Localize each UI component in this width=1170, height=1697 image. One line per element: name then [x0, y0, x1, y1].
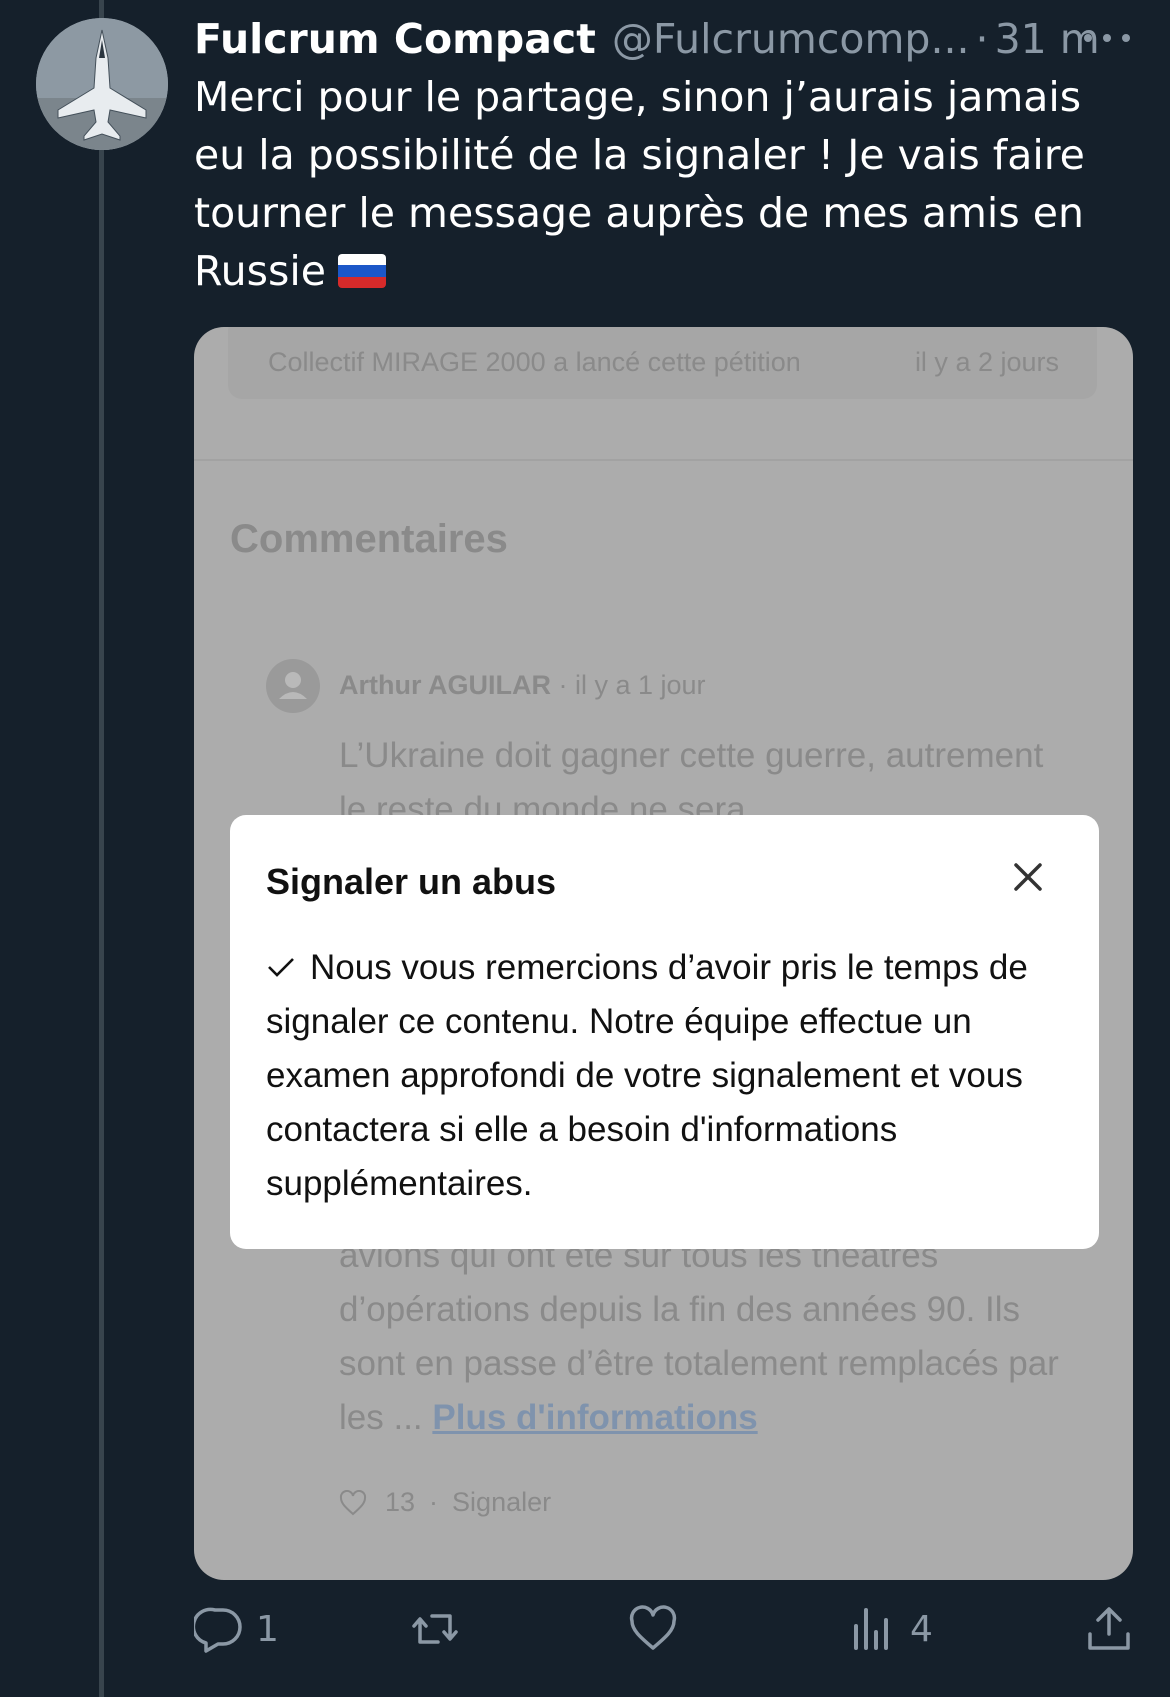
petition-date: il y a 2 jours	[914, 347, 1059, 377]
checkmark-icon	[268, 957, 294, 977]
jet-avatar-image	[36, 18, 168, 150]
avatar[interactable]	[36, 18, 168, 150]
divider	[194, 459, 1133, 461]
russia-flag-icon	[337, 254, 386, 288]
user-icon	[279, 672, 307, 699]
more-options-icon[interactable]	[1084, 20, 1130, 56]
retweet-icon	[412, 1614, 458, 1644]
header-separator: ·	[975, 15, 989, 63]
close-icon	[1014, 863, 1042, 891]
more-info-link: Plus d'informations	[432, 1398, 758, 1437]
author-handle[interactable]: @Fulcrumcomp...	[612, 15, 970, 63]
share-button[interactable]	[1084, 1604, 1134, 1654]
heart-icon	[339, 1489, 367, 1515]
views-count: 4	[910, 1608, 933, 1650]
reply-icon	[194, 1607, 242, 1653]
author-name[interactable]: Fulcrum Compact	[194, 15, 596, 63]
comment-meta-separator: ·	[550, 670, 575, 700]
dialog-message: Nous vous remercions d’avoir pris le tem…	[266, 948, 1028, 1203]
report-abuse-dialog: Signaler un abus Nous vous remercions d’…	[230, 815, 1099, 1249]
embedded-screenshot[interactable]: Collectif MIRAGE 2000 a lancé cette péti…	[194, 327, 1133, 1580]
retweet-button[interactable]	[410, 1604, 472, 1654]
heart-icon	[629, 1605, 677, 1650]
views-button[interactable]: 4	[848, 1604, 933, 1654]
comment-text-top: L’Ukraine doit gagner cette guerre, autr…	[339, 736, 1044, 815]
comment-meta: Arthur AGUILAR · il y a 1 jour	[339, 670, 706, 701]
tweet-text: Merci pour le partage, sinon j’aurais ja…	[194, 68, 1144, 300]
reply-button[interactable]: 1	[194, 1604, 279, 1654]
tweet-action-bar: 1 4	[194, 1604, 1134, 1660]
tweet-header: Fulcrum Compact @Fulcrumcomp... · 31 m	[194, 14, 1134, 64]
comment-author: Arthur AGUILAR	[339, 670, 551, 700]
thread-line	[99, 0, 104, 1697]
comment-like-count: 13	[385, 1487, 416, 1517]
like-button[interactable]	[628, 1604, 690, 1654]
comment-report-link: Signaler	[452, 1487, 552, 1517]
share-icon	[1088, 1607, 1130, 1650]
dialog-title: Signaler un abus	[266, 861, 557, 902]
dialog-body: Nous vous remercions d’avoir pris le tem…	[266, 941, 1066, 1211]
commenter-avatar	[266, 659, 320, 713]
comment-actions-separator: ·	[429, 1487, 439, 1517]
comment-time: il y a 1 jour	[574, 670, 706, 700]
reply-count: 1	[256, 1608, 279, 1650]
comments-heading: Commentaires	[230, 517, 508, 561]
petition-launch-text: Collectif MIRAGE 2000 a lancé cette péti…	[268, 347, 801, 377]
tweet-body: Merci pour le partage, sinon j’aurais ja…	[194, 73, 1085, 295]
comment-actions: 13 · Signaler	[339, 1487, 551, 1518]
analytics-icon	[854, 1608, 888, 1650]
